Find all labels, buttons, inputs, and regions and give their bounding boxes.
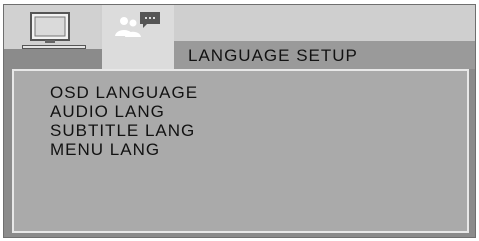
tv-icon [30,12,70,43]
menu-list: OSD LANGUAGE AUDIO LANG SUBTITLE LANG ME… [50,83,198,159]
page-title: LANGUAGE SETUP [188,46,358,65]
menu-item-subtitle-lang[interactable]: SUBTITLE LANG [50,121,198,140]
tab-language-setup[interactable] [102,5,174,71]
menu-item-menu-lang[interactable]: MENU LANG [50,140,198,159]
menu-panel: OSD LANGUAGE AUDIO LANG SUBTITLE LANG ME… [12,69,469,233]
title-bar: LANGUAGE SETUP [174,41,475,69]
menu-item-audio-lang[interactable]: AUDIO LANG [50,102,198,121]
menu-item-osd-language[interactable]: OSD LANGUAGE [50,83,198,102]
tab-underline [22,45,86,49]
setup-menu-screen: LANGUAGE SETUP OSD LANGUAGE AUDIO LANG S… [3,4,476,238]
tab-general-setup[interactable] [4,5,100,49]
people-speech-icon [115,12,160,37]
